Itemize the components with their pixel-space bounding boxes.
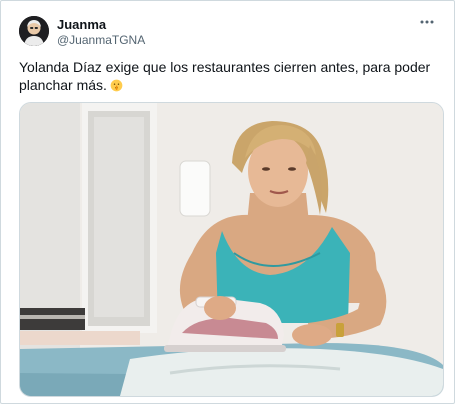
more-horizontal-icon bbox=[420, 20, 434, 24]
tweet-card[interactable]: Juanma @JuanmaTGNA Yolanda Díaz exige qu… bbox=[0, 0, 455, 404]
more-options-button[interactable] bbox=[416, 13, 438, 31]
author-handle[interactable]: @JuanmaTGNA bbox=[57, 33, 145, 47]
avatar-icon bbox=[19, 16, 49, 46]
photo-woman-ironing bbox=[20, 103, 443, 396]
avatar[interactable] bbox=[19, 16, 49, 46]
author-display-name[interactable]: Juanma bbox=[57, 17, 106, 32]
shushing-face-emoji bbox=[110, 79, 123, 92]
tweet-text: Yolanda Díaz exige que los restaurantes … bbox=[19, 59, 431, 93]
tweet-text-block: Yolanda Díaz exige que los restaurantes … bbox=[19, 58, 439, 94]
tweet-media[interactable] bbox=[19, 102, 444, 397]
